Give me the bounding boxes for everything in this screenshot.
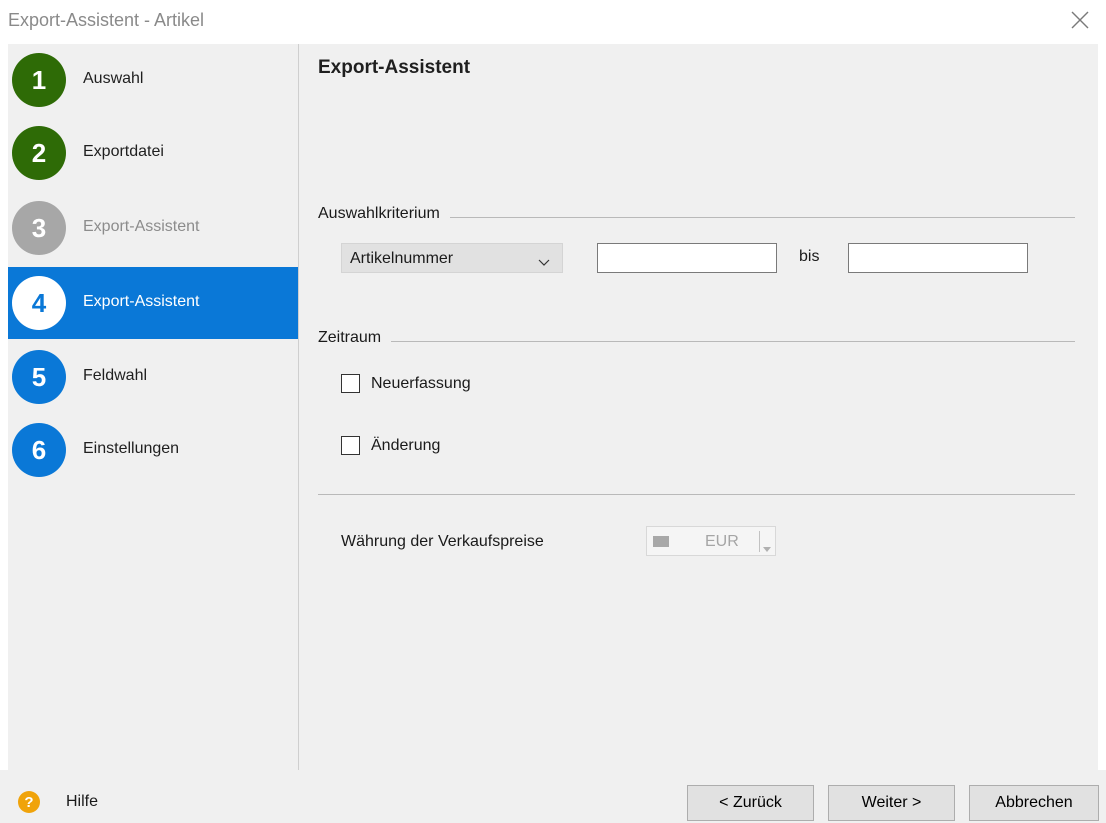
cancel-button[interactable]: Abbrechen <box>969 785 1099 821</box>
back-button[interactable]: < Zurück <box>687 785 814 821</box>
next-button[interactable]: Weiter > <box>828 785 955 821</box>
section-divider <box>318 494 1075 495</box>
step-number-badge: 6 <box>12 423 66 477</box>
dropdown-separator <box>759 531 760 552</box>
group-divider <box>318 341 1075 342</box>
step-label: Export-Assistent <box>83 218 200 235</box>
step-number-badge: 4 <box>12 276 66 330</box>
step-label: Export-Assistent <box>83 293 200 310</box>
window-title: Export-Assistent - Artikel <box>8 10 205 30</box>
step-number-badge: 2 <box>12 126 66 180</box>
step-export-assistent-4[interactable]: 4 Export-Assistent <box>8 267 298 339</box>
wizard-steps-sidebar: 1 Auswahl 2 Exportdatei 3 Export-Assiste… <box>8 44 298 770</box>
chevron-down-icon <box>538 254 550 272</box>
close-icon[interactable] <box>1068 8 1092 32</box>
currency-label: Währung der Verkaufspreise <box>341 533 544 550</box>
checkbox-box[interactable] <box>341 374 360 393</box>
criterion-select[interactable]: Artikelnummer <box>341 243 563 273</box>
range-to-input[interactable] <box>848 243 1028 273</box>
step-number-badge: 1 <box>12 53 66 107</box>
group-label-zeitraum: Zeitraum <box>318 329 392 347</box>
range-from-input[interactable] <box>597 243 777 273</box>
checkbox-label: Änderung <box>371 437 441 454</box>
currency-value: EUR <box>705 533 739 550</box>
step-einstellungen[interactable]: 6 Einstellungen <box>8 414 298 486</box>
checkbox-box[interactable] <box>341 436 360 455</box>
step-label: Feldwahl <box>83 367 148 384</box>
currency-select: EUR <box>646 526 776 556</box>
help-icon[interactable]: ? <box>18 791 40 813</box>
checkbox-label: Neuerfassung <box>371 375 471 392</box>
step-label: Auswahl <box>83 70 144 87</box>
group-label-auswahlkriterium: Auswahlkriterium <box>318 205 450 223</box>
title-bar: Export-Assistent - Artikel <box>0 0 1106 44</box>
footer-bar: ? Hilfe < Zurück Weiter > Abbrechen <box>0 770 1106 823</box>
step-auswahl[interactable]: 1 Auswahl <box>8 44 298 116</box>
flag-icon <box>653 536 669 547</box>
main-panel: Export-Assistent Auswahlkriterium Artike… <box>299 44 1098 770</box>
chevron-down-icon <box>763 539 771 557</box>
step-label: Einstellungen <box>83 440 180 457</box>
help-link[interactable]: Hilfe <box>66 793 98 811</box>
step-exportdatei[interactable]: 2 Exportdatei <box>8 117 298 189</box>
step-feldwahl[interactable]: 5 Feldwahl <box>8 341 298 413</box>
criterion-select-value: Artikelnummer <box>350 250 454 267</box>
step-export-assistent-3: 3 Export-Assistent <box>8 192 298 264</box>
step-label: Exportdatei <box>83 143 164 160</box>
range-to-label: bis <box>799 248 820 265</box>
page-title: Export-Assistent <box>318 57 471 78</box>
step-number-badge: 5 <box>12 350 66 404</box>
step-number-badge: 3 <box>12 201 66 255</box>
